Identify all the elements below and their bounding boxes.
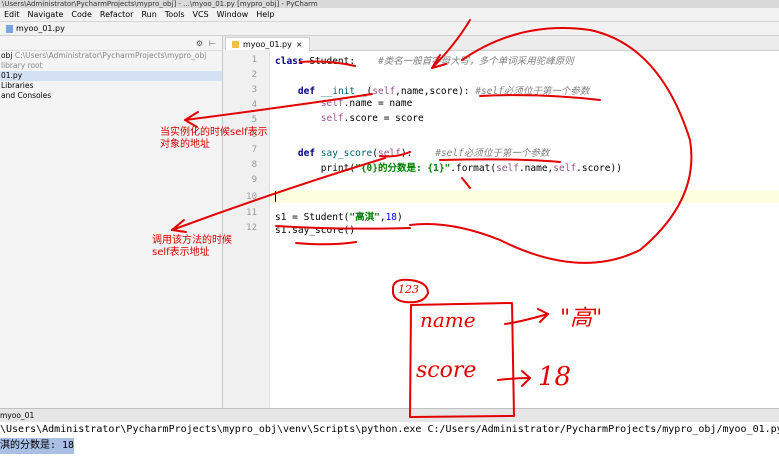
line-number: 5 (251, 115, 257, 125)
annotation-field-score: score (416, 358, 477, 383)
run-tab-label: myoo_01 (0, 411, 35, 420)
window-title: \Users\Administrator\PycharmProjects\myp… (2, 0, 318, 8)
menu-vcs[interactable]: VCS (189, 8, 213, 21)
annotation-value-name: "高" (560, 306, 603, 331)
editor-tabs: myoo_01.py × (223, 36, 779, 51)
menu-help[interactable]: Help (252, 8, 278, 21)
line-number: 8 (251, 160, 257, 170)
nav-file[interactable]: myoo_01.py (16, 24, 65, 33)
annotation-field-name: name (420, 308, 476, 332)
line-number: 1 (251, 55, 257, 65)
close-icon[interactable]: × (296, 38, 303, 51)
python-file-icon (6, 24, 13, 33)
line-number: 4 (251, 100, 257, 110)
run-console[interactable]: \Users\Administrator\PycharmProjects\myp… (0, 422, 779, 460)
console-command: \Users\Administrator\PycharmProjects\myp… (0, 424, 779, 435)
tree-item-library-root[interactable]: library root (0, 61, 222, 71)
code-line-5: self.score = score (320, 113, 424, 124)
menu-run[interactable]: Run (137, 8, 160, 21)
current-line-highlight (270, 190, 779, 203)
line-number: 10 (246, 192, 257, 202)
line-number: 9 (251, 175, 257, 185)
python-file-icon (232, 41, 239, 48)
navigation-bar: myoo_01.py (0, 22, 779, 36)
hide-icon[interactable]: ⊢ (209, 39, 216, 48)
code-editor[interactable]: myoo_01.py × 1 2 3 4 5 6 7 8 9 10 11 12 … (223, 36, 779, 408)
window-titlebar: \Users\Administrator\PycharmProjects\myp… (0, 0, 779, 8)
menu-bar: Edit Navigate Code Refactor Run Tools VC… (0, 8, 779, 22)
tab-myoo-01[interactable]: myoo_01.py × (225, 37, 310, 51)
text-caret (275, 191, 276, 202)
menu-code[interactable]: Code (67, 8, 95, 21)
project-toolbar: ⚙ ⊢ (0, 36, 222, 51)
menu-tools[interactable]: Tools (161, 8, 189, 21)
console-output: 淇的分数是: 18 (0, 438, 75, 454)
menu-edit[interactable]: Edit (0, 8, 24, 21)
project-panel: ⚙ ⊢ obj C:\Users\Administrator\PycharmPr… (0, 36, 223, 408)
run-tool-tab[interactable]: myoo_01 (0, 408, 779, 422)
tree-item-project[interactable]: obj C:\Users\Administrator\PycharmProjec… (0, 51, 222, 61)
tree-item-external-libraries[interactable]: Libraries (0, 81, 222, 91)
line-number: 2 (251, 70, 257, 80)
code-line-12: s1.say_score() (275, 225, 356, 236)
menu-window[interactable]: Window (213, 8, 253, 21)
tree-item-file[interactable]: 01.py (0, 71, 222, 81)
annotation-note-instantiation: 当实例化的时候self表示 对象的地址 (160, 127, 268, 150)
annotation-address: 123 (398, 283, 419, 296)
code-line-4: self.name = name (320, 98, 413, 109)
code-line-11: s1 = Student("高淇",18) (275, 212, 403, 223)
menu-refactor[interactable]: Refactor (96, 8, 138, 21)
menu-navigate[interactable]: Navigate (24, 8, 68, 21)
code-line-8: print("{0}的分数是: {1}".format(self.name,se… (320, 163, 622, 174)
line-number: 3 (251, 85, 257, 95)
annotation-value-score: 18 (538, 362, 572, 392)
gear-icon[interactable]: ⚙ (196, 39, 203, 48)
tree-item-scratches[interactable]: and Consoles (0, 91, 222, 101)
code-line-3: def __init__(self,name,score): #self必须位于… (297, 86, 590, 97)
code-line-7: def say_score(self): #self必须位于第一个参数 (297, 148, 550, 159)
annotation-note-method-call: 调用该方法的时候 self表示地址 (152, 235, 232, 258)
line-number: 11 (246, 208, 257, 218)
line-number: 12 (246, 223, 257, 233)
line-gutter: 1 2 3 4 5 6 7 8 9 10 11 12 (223, 50, 270, 408)
code-line-1: class Student: #类名一般首字母大写，多个单词采用驼峰原则 (275, 56, 574, 67)
